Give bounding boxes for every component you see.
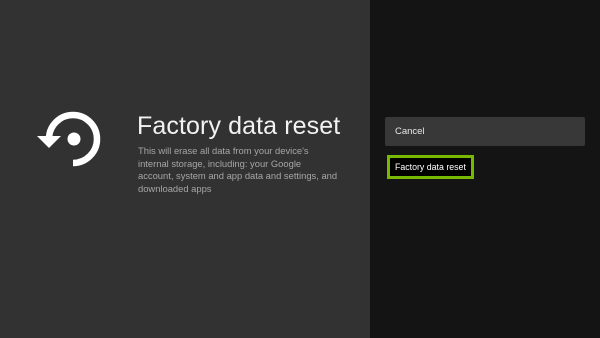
warning-description: This will erase all data from your devic… (138, 145, 338, 194)
factory-data-reset-button[interactable]: Factory data reset (387, 155, 474, 179)
cancel-button[interactable]: Cancel (385, 117, 585, 146)
factory-reset-screen: Factory data reset This will erase all d… (0, 0, 600, 338)
page-title: Factory data reset (137, 112, 341, 140)
restore-icon (37, 111, 101, 167)
info-panel: Factory data reset This will erase all d… (0, 0, 370, 338)
